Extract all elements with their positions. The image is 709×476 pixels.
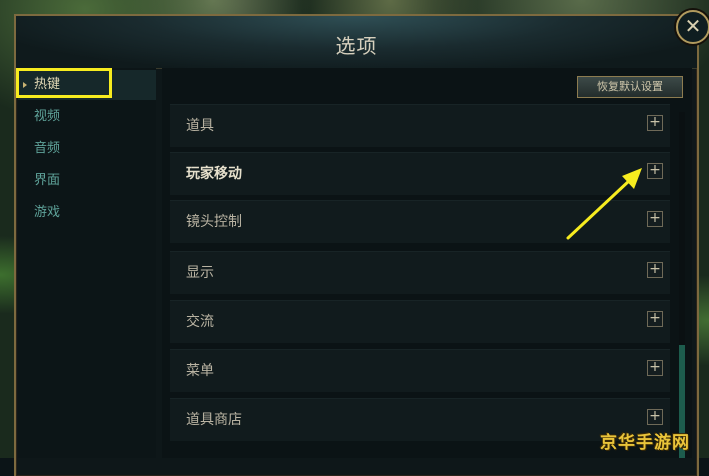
annotation-arrow-icon [566, 168, 642, 240]
watermark-logo: 京华手游网 [600, 433, 690, 453]
